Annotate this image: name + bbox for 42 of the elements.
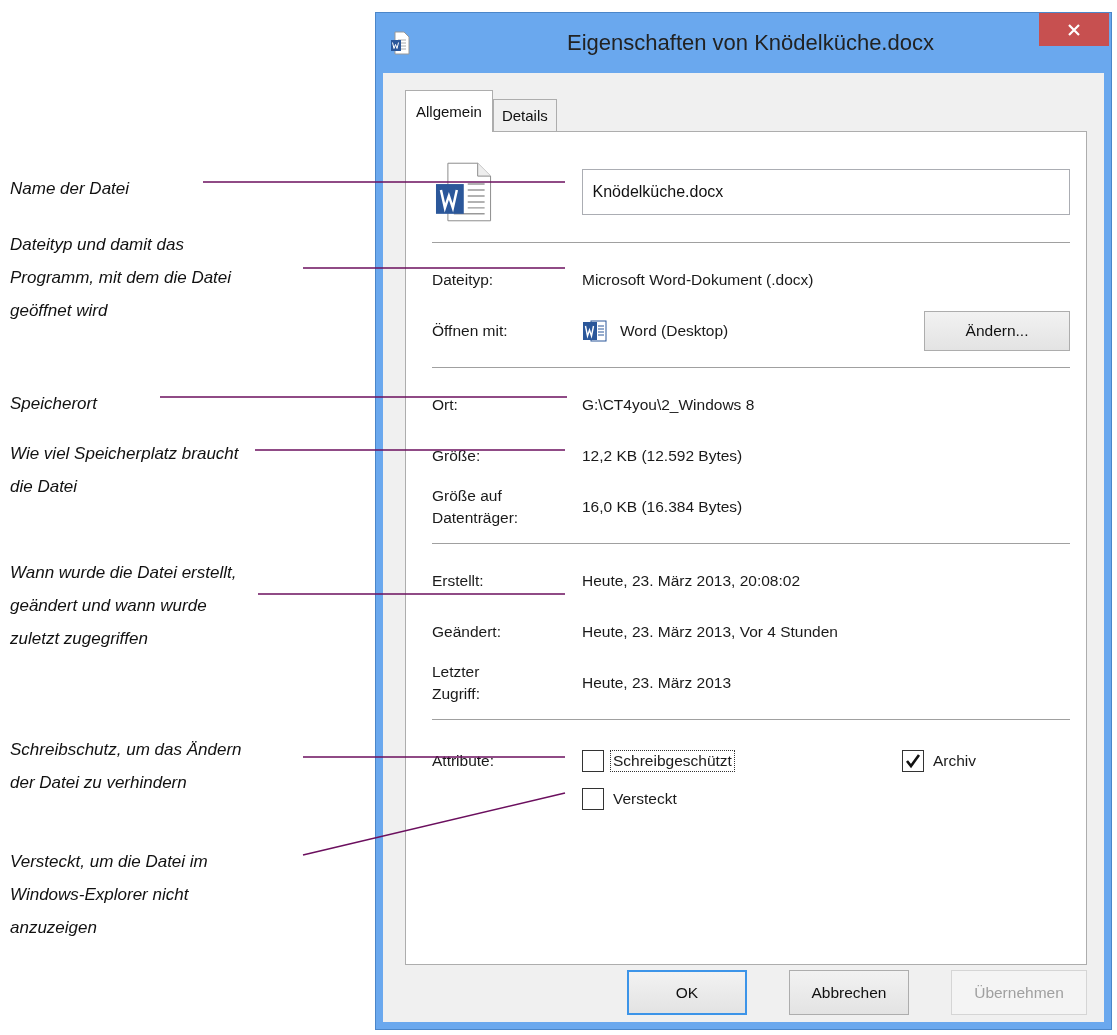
change-button[interactable]: Ändern... xyxy=(924,310,1070,351)
checkbox-label[interactable]: Schreibgeschützt xyxy=(610,750,735,772)
close-button[interactable] xyxy=(1039,13,1109,46)
property-value: Heute, 23. März 2013, 20:08:02 xyxy=(582,571,800,590)
property-label: Letzter Zugriff: xyxy=(432,661,481,704)
property-label: Erstellt: xyxy=(432,570,485,591)
annotation-text: Name der Datei xyxy=(10,178,131,200)
dialog-button[interactable]: Abbrechen xyxy=(789,970,909,1015)
tab[interactable]: Allgemein xyxy=(405,90,493,132)
check-icon xyxy=(904,752,922,770)
annotation-text: Versteckt, um die Datei im Windows-Explorer nicht anzuzeigen xyxy=(10,851,209,939)
property-value: G:\CT4you\2_Windows 8 xyxy=(582,395,755,414)
close-icon xyxy=(1067,22,1081,37)
property-label: Dateityp: xyxy=(432,269,495,290)
checkbox[interactable] xyxy=(582,788,604,810)
property-value: Heute, 23. März 2013 xyxy=(582,673,732,692)
file-name-field[interactable]: Knödelküche.docx xyxy=(581,169,1070,215)
checkbox-label[interactable]: Archiv xyxy=(930,750,980,772)
annotation-text: Schreibschutz, um das Ändern der Datei zu verhindern xyxy=(10,739,243,794)
annotation-text: Wie viel Speicherplatz braucht die Datei xyxy=(10,443,240,498)
annotation-text: Wann wurde die Datei erstellt, geändert und wann wurde zuletzt zugegriffen xyxy=(10,562,238,650)
property-label: Größe auf Datenträger: xyxy=(432,485,520,528)
window-title: Eigenschaften von Knödelküche.docx xyxy=(566,30,935,56)
checkbox[interactable] xyxy=(902,750,924,772)
tab[interactable]: Details xyxy=(492,99,557,131)
dialog-button[interactable]: OK xyxy=(627,970,747,1015)
property-value: 16,0 KB (16.384 Bytes) xyxy=(582,497,743,516)
property-label: Öffnen mit: xyxy=(432,320,509,341)
word-document-icon xyxy=(390,31,410,55)
checkbox-label[interactable]: Versteckt xyxy=(610,788,680,810)
property-label: Ort: xyxy=(432,394,459,415)
property-value: 12,2 KB (12.592 Bytes) xyxy=(582,446,743,465)
property-value: Microsoft Word-Dokument (.docx) xyxy=(582,270,814,289)
annotation-text: Speicherort xyxy=(10,393,99,415)
property-label: Größe: xyxy=(432,445,482,466)
checkbox[interactable] xyxy=(582,750,604,772)
property-label: Geändert: xyxy=(432,621,502,642)
property-value: Word (Desktop) xyxy=(620,321,729,340)
property-value: Heute, 23. März 2013, Vor 4 Stunden xyxy=(582,622,838,641)
word-app-icon xyxy=(582,317,608,344)
word-document-icon xyxy=(434,162,494,222)
annotation-text: Dateityp und damit das Programm, mit dem die Datei geöffnet wird xyxy=(10,234,233,322)
